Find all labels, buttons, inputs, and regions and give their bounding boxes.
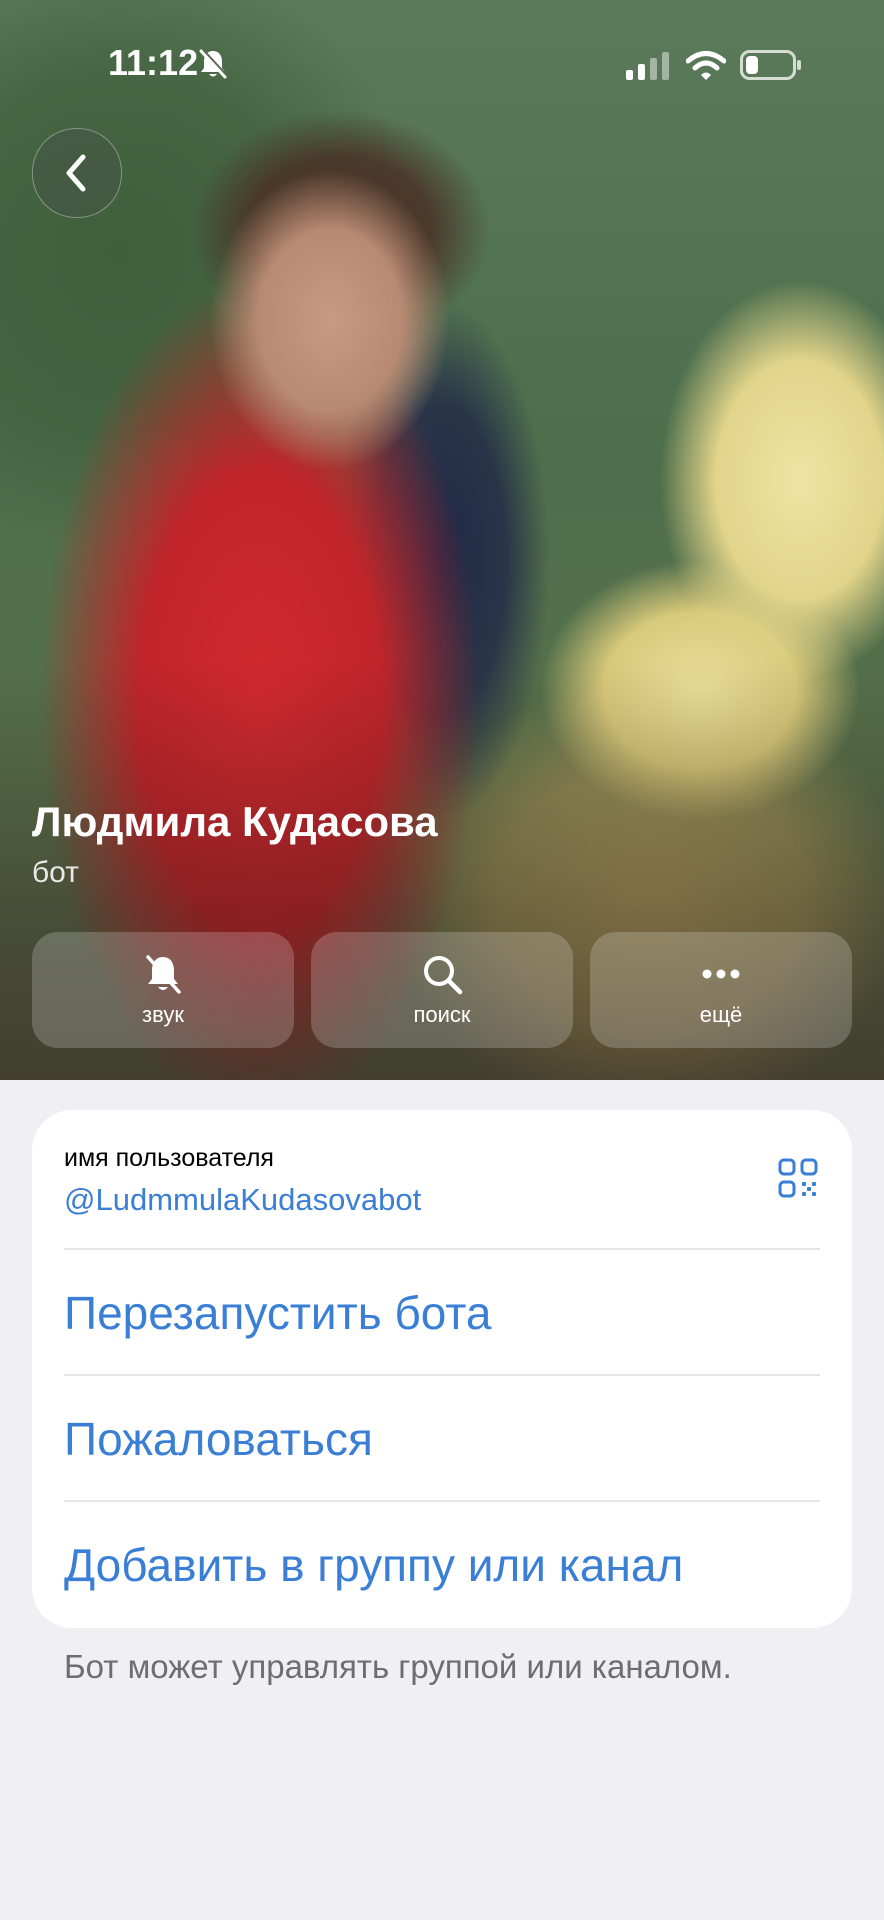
mute-button[interactable]: звук xyxy=(32,932,294,1048)
status-time: 11:12 xyxy=(108,42,199,83)
restart-bot-button[interactable]: Перезапустить бота xyxy=(64,1286,492,1340)
chevron-left-icon xyxy=(66,154,86,192)
profile-actions: звук поиск ещё xyxy=(32,932,852,1048)
footer-note: Бот может управлять группой или каналом. xyxy=(64,1648,732,1685)
cellular-signal-icon xyxy=(626,52,669,80)
username-value[interactable]: @LudmmulaKudasovabot xyxy=(64,1182,421,1218)
more-label: ещё xyxy=(699,1002,743,1027)
profile-photo-header: 11:12 Людмила Кудасова бот звук поиск ещ… xyxy=(0,0,884,1080)
profile-name: Людмила Кудасова xyxy=(32,798,438,845)
more-icon xyxy=(702,969,740,979)
bell-off-icon xyxy=(199,48,228,79)
username-title: имя пользователя xyxy=(64,1144,274,1172)
more-button[interactable]: ещё xyxy=(590,932,852,1048)
battery-icon xyxy=(740,50,801,80)
divider xyxy=(64,1500,820,1502)
search-icon xyxy=(424,956,463,995)
add-to-group-button[interactable]: Добавить в группу или канал xyxy=(64,1538,683,1592)
divider xyxy=(64,1374,820,1376)
search-label: поиск xyxy=(413,1002,471,1027)
wifi-icon xyxy=(686,51,726,80)
info-card: имя пользователя @LudmmulaKudasovabot Пе… xyxy=(32,1110,852,1628)
search-button[interactable]: поиск xyxy=(311,932,573,1048)
mute-label: звук xyxy=(142,1002,184,1027)
status-bar: 11:12 xyxy=(0,0,884,130)
bell-off-icon xyxy=(146,955,181,994)
qr-code-icon[interactable] xyxy=(778,1158,818,1198)
back-button[interactable] xyxy=(32,128,122,218)
divider xyxy=(64,1248,820,1250)
profile-subtitle: бот xyxy=(32,856,79,889)
report-button[interactable]: Пожаловаться xyxy=(64,1412,373,1466)
